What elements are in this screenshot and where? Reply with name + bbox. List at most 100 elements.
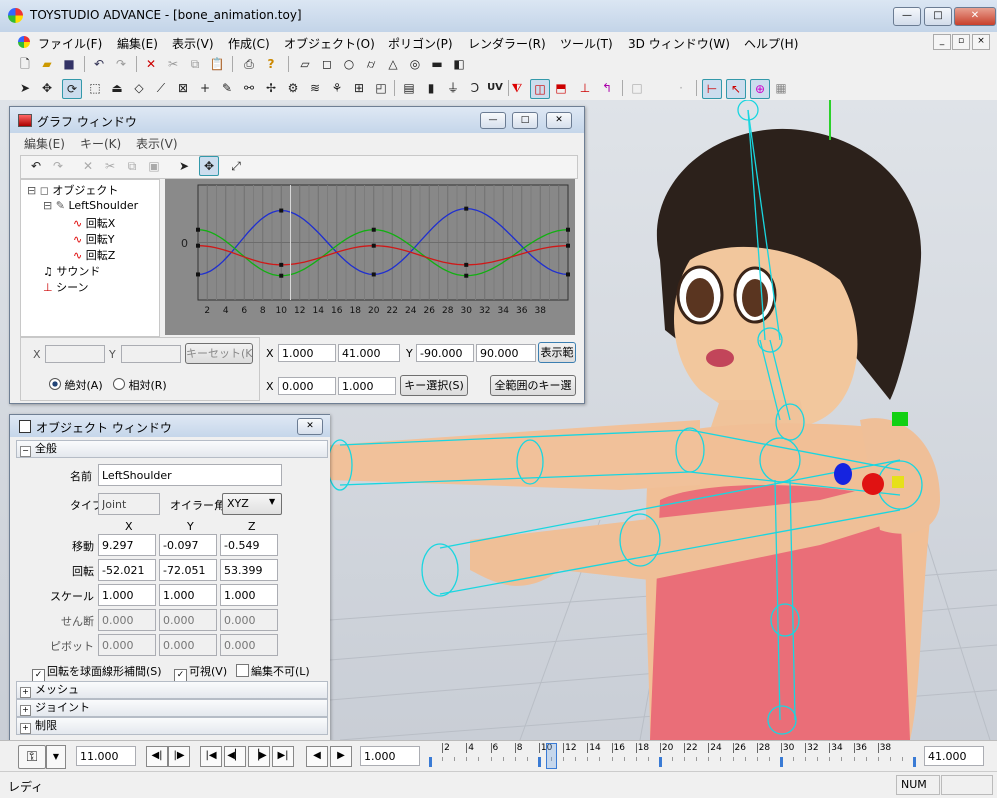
sphere-icon[interactable]: ○ <box>340 55 358 73</box>
all-range-key-select-button[interactable]: 全範囲のキー選 <box>490 375 576 396</box>
key-x-input[interactable] <box>45 345 105 363</box>
prev-frame-icon[interactable]: ◀▏ <box>224 746 246 767</box>
bone-icon[interactable]: ⚯ <box>240 79 258 97</box>
plane-icon[interactable]: ▱ <box>296 55 314 73</box>
object-window-close-button[interactable]: ✕ <box>297 418 323 435</box>
section-limit[interactable]: + 制限 <box>16 717 328 735</box>
end-frame-input[interactable] <box>924 746 984 766</box>
next-frame-icon[interactable]: ▕▶ <box>248 746 270 767</box>
row-x-input[interactable] <box>98 534 156 556</box>
scale-icon[interactable]: ⬚ <box>86 79 104 97</box>
key-y-input[interactable] <box>121 345 181 363</box>
select-arrow-icon[interactable]: ➤ <box>16 79 34 97</box>
prev-key-icon[interactable]: ◀| <box>146 746 168 767</box>
menu-tools[interactable]: ツール(T) <box>560 35 613 52</box>
graph-cut-icon[interactable]: ✂ <box>101 157 119 175</box>
close-button[interactable]: ✕ <box>954 7 996 26</box>
wrap-icon[interactable]: Ↄ <box>466 79 484 97</box>
tree-item-sound[interactable]: ♫ サウンド <box>43 263 100 279</box>
cone-icon[interactable]: △ <box>384 55 402 73</box>
joint-icon[interactable]: ⚙ <box>284 79 302 97</box>
row-z-input[interactable] <box>220 534 278 556</box>
extrude-icon[interactable]: ⏏ <box>108 79 126 97</box>
row2-x-a-input[interactable] <box>278 377 336 395</box>
menu-file[interactable]: ファイル(F) <box>38 35 102 52</box>
knife-icon[interactable]: ⟋ <box>152 79 170 97</box>
graph-chart[interactable]: 2 4 6 8 10 12 14 16 18 20 22 24 26 28 30 32 34 36 38 <box>165 179 575 335</box>
mdi-close-button[interactable]: × <box>972 34 990 50</box>
graph-undo-icon[interactable]: ↶ <box>27 157 45 175</box>
menu-object[interactable]: オブジェクト(O) <box>284 35 375 52</box>
name-input[interactable] <box>98 464 282 486</box>
camera-icon[interactable]: ▬ <box>428 55 446 73</box>
menu-edit[interactable]: 編集(E) <box>117 35 158 52</box>
torus-icon[interactable]: ◎ <box>406 55 424 73</box>
slerp-checkbox[interactable]: ✓ 回転を球面線形補間(S) <box>32 663 162 682</box>
gizmo-x-handle[interactable] <box>862 473 884 495</box>
texture-icon[interactable]: ◰ <box>372 79 390 97</box>
graph-maximize-button[interactable]: □ <box>512 112 538 129</box>
next-key-icon[interactable]: |▶ <box>168 746 190 767</box>
bone-display-icon[interactable]: ⊢ <box>702 79 722 99</box>
move-icon[interactable]: ✥ <box>38 79 56 97</box>
graph-menu-edit[interactable]: 編集(E) <box>24 135 65 152</box>
graph-minimize-button[interactable]: — <box>480 112 506 129</box>
graph-select-icon[interactable]: ➤ <box>175 157 193 175</box>
object-mode-icon[interactable]: ◫ <box>530 79 550 99</box>
fill-icon[interactable]: ▮ <box>422 79 440 97</box>
relative-radio[interactable]: 相対(R) <box>113 377 167 393</box>
row-y-input[interactable] <box>159 584 217 606</box>
row-z-input[interactable] <box>220 559 278 581</box>
paint-icon[interactable]: ⏚ <box>444 79 462 97</box>
new-file-icon[interactable]: 🗋 <box>16 55 34 73</box>
weight-icon[interactable]: ≋ <box>306 79 324 97</box>
gizmo-z-handle[interactable] <box>834 463 852 485</box>
rotate-icon[interactable]: ⟳ <box>62 79 82 99</box>
key-set-button[interactable]: キーセット(K) <box>185 343 253 364</box>
section-mesh[interactable]: + メッシュ <box>16 681 328 699</box>
mdi-minimize-button[interactable]: _ <box>933 34 951 50</box>
polygon-mode-icon[interactable]: ⬒ <box>552 79 570 97</box>
joint-display-icon[interactable]: ↖ <box>726 79 746 99</box>
help-icon[interactable]: ? <box>262 55 280 73</box>
tree-item-roty[interactable]: ∿ 回転Y <box>73 231 114 247</box>
redo-icon[interactable]: ↷ <box>112 55 130 73</box>
graph-panel[interactable]: 0 2 4 6 8 10 12 14 16 18 20 22 24 26 28 30 32 34 36 38 <box>165 179 575 335</box>
graph-window-titlebar[interactable]: グラフ ウィンドウ — □ ✕ <box>10 107 584 133</box>
menu-create[interactable]: 作成(C) <box>228 35 270 52</box>
brush-icon[interactable]: ✎ <box>218 79 236 97</box>
key-dropdown-chevron-icon[interactable]: ▼ <box>46 745 66 769</box>
row-z-input[interactable] <box>220 584 278 606</box>
graph-paste-icon[interactable]: ▣ <box>145 157 163 175</box>
timeline-playhead[interactable] <box>546 743 557 769</box>
tree-item-rotz[interactable]: ∿ 回転Z <box>73 247 115 263</box>
graph-move-icon[interactable]: ✥ <box>199 156 219 176</box>
current-frame-input[interactable] <box>76 746 136 766</box>
section-joint[interactable]: + ジョイント <box>16 699 328 717</box>
shade-icon[interactable]: ▤ <box>400 79 418 97</box>
row-x-input[interactable] <box>98 634 156 656</box>
play-icon[interactable]: ▶ <box>330 746 352 767</box>
graph-redo-icon[interactable]: ↷ <box>49 157 67 175</box>
graph-copy-icon[interactable]: ⧉ <box>123 157 141 175</box>
mdi-restore-button[interactable]: ▫ <box>952 34 970 50</box>
hierarchy-icon[interactable]: ⧨ <box>508 79 526 97</box>
menu-view[interactable]: 表示(V) <box>172 35 214 52</box>
grid-icon[interactable]: ▦ <box>772 79 790 97</box>
bevel-icon[interactable]: ◇ <box>130 79 148 97</box>
object-window-titlebar[interactable]: オブジェクト ウィンドウ ✕ <box>10 415 330 437</box>
locked-checkbox[interactable]: 編集不可(L) <box>236 663 310 679</box>
graph-delete-icon[interactable]: ✕ <box>79 157 97 175</box>
row-x-input[interactable] <box>98 559 156 581</box>
tree-item-object[interactable]: ⊟ ◻ オブジェクト <box>27 182 118 198</box>
menu-polygon[interactable]: ポリゴン(P) <box>388 35 453 52</box>
last-frame-icon[interactable]: ▶| <box>272 746 294 767</box>
open-folder-icon[interactable]: ▰ <box>38 55 56 73</box>
graph-fit-icon[interactable]: ⤢ <box>227 157 245 175</box>
light-icon[interactable]: ◧ <box>450 55 468 73</box>
skin-icon[interactable]: ⚘ <box>328 79 346 97</box>
row-y-input[interactable] <box>159 634 217 656</box>
range-x-min-input[interactable] <box>278 344 336 362</box>
delete-icon[interactable]: ✕ <box>142 55 160 73</box>
gizmo-center-handle[interactable] <box>892 476 904 488</box>
